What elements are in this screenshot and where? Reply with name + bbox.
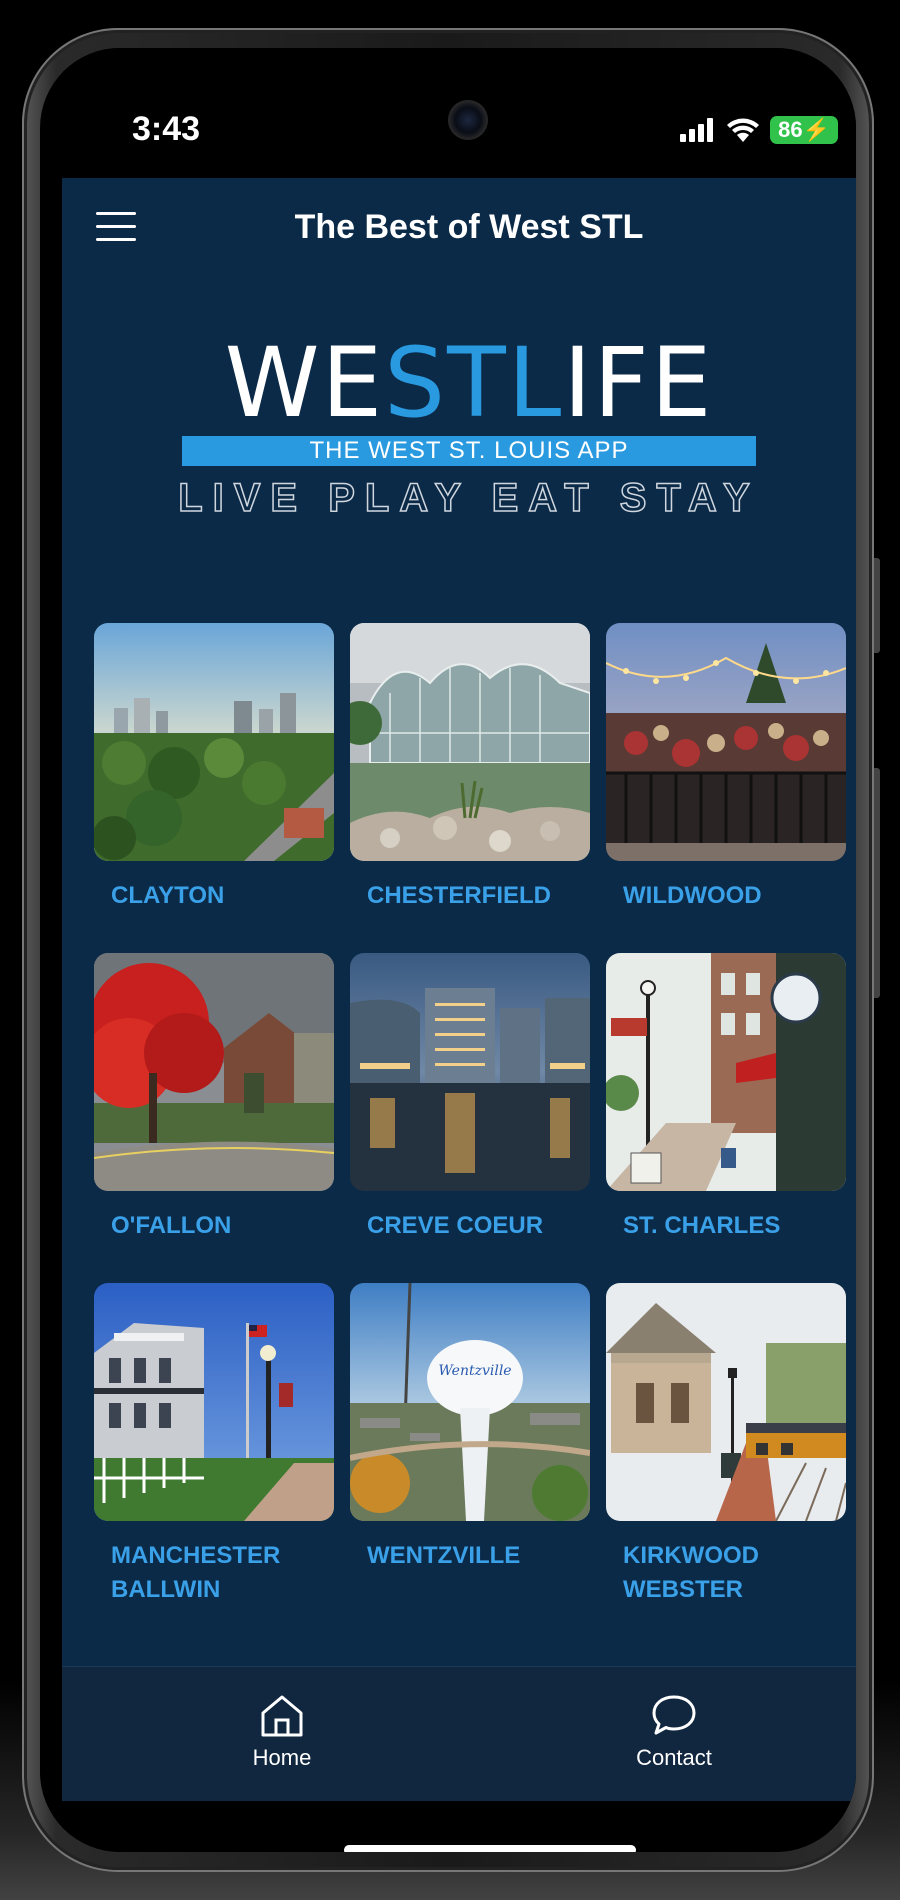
city-label-wildwood: WILDWOOD — [623, 882, 762, 909]
nav-home-label: Home — [252, 1745, 312, 1770]
city-tile-ofallon[interactable]: O'FALLON — [94, 953, 334, 1283]
city-photo-wildwood — [606, 623, 846, 861]
westlife-logo: WESTLIFE THE WEST ST. LOUIS APP LIVE PLA… — [62, 327, 856, 521]
chat-bubble-icon — [652, 1695, 696, 1735]
city-grid: CLAYTON CHESTERFIELD WILDWOOD O'FALLON C… — [94, 623, 846, 1613]
home-indicator[interactable] — [344, 1845, 636, 1852]
city-photo-kirkwood-webster — [606, 1283, 846, 1521]
city-label-clayton: CLAYTON — [111, 882, 225, 909]
app-screen: The Best of West STL WESTLIFE THE WEST S… — [62, 178, 856, 1756]
nav-home[interactable]: Home — [212, 1693, 352, 1771]
logo-subtitle-band: THE WEST ST. LOUIS APP — [182, 436, 756, 466]
city-label-ofallon: O'FALLON — [111, 1212, 232, 1239]
city-tile-wentzville[interactable]: Wentzville WENTZVILLE — [350, 1283, 590, 1613]
svg-text:Wentzville: Wentzville — [438, 1363, 511, 1379]
city-label-kirkwood-webster: KIRKWOOD WEBSTER — [623, 1542, 759, 1603]
power-button — [874, 768, 880, 998]
battery-indicator: 86⚡ — [770, 116, 838, 144]
phone-frame: 3:43 86⚡ The Best of West STL WESTLIFE T… — [22, 28, 880, 1872]
screen: 3:43 86⚡ The Best of West STL WESTLIFE T… — [62, 48, 856, 1852]
page-title: The Best of West STL — [294, 208, 644, 246]
city-photo-chesterfield — [350, 623, 590, 861]
logo-wordmark: WESTLIFE — [224, 327, 714, 439]
city-label-manchester-ballwin: MANCHESTER BALLWIN — [111, 1542, 281, 1603]
city-tile-wildwood[interactable]: WILDWOOD — [606, 623, 846, 953]
app-header: The Best of West STL — [62, 178, 856, 283]
home-icon — [261, 1695, 303, 1737]
city-label-st-charles: ST. CHARLES — [623, 1212, 781, 1239]
city-tile-chesterfield[interactable]: CHESTERFIELD — [350, 623, 590, 953]
city-label-chesterfield: CHESTERFIELD — [367, 882, 552, 909]
status-time: 3:43 — [132, 110, 201, 148]
city-photo-st-charles — [606, 953, 846, 1191]
city-tile-st-charles[interactable]: ST. CHARLES — [606, 953, 846, 1283]
volume-button — [874, 558, 880, 653]
city-photo-ofallon — [94, 953, 334, 1191]
city-photo-creve-coeur — [350, 953, 590, 1191]
charging-icon: ⚡ — [802, 117, 830, 142]
signal-icon — [680, 118, 714, 142]
logo-tagline: LIVE PLAY EAT STAY — [177, 475, 760, 521]
city-tile-creve-coeur[interactable]: CREVE COEUR — [350, 953, 590, 1283]
city-photo-wentzville: Wentzville — [350, 1283, 590, 1521]
city-label-wentzville: WENTZVILLE — [367, 1542, 521, 1569]
battery-level: 86 — [778, 117, 803, 142]
wifi-icon — [727, 118, 760, 142]
status-icons: 86⚡ — [680, 116, 838, 144]
city-photo-manchester-ballwin — [94, 1283, 334, 1521]
city-label-creve-coeur: CREVE COEUR — [367, 1212, 544, 1239]
nav-contact[interactable]: Contact — [604, 1693, 744, 1771]
city-tile-clayton[interactable]: CLAYTON — [94, 623, 334, 953]
nav-contact-label: Contact — [636, 1745, 712, 1770]
city-tile-manchester-ballwin[interactable]: MANCHESTER BALLWIN — [94, 1283, 334, 1613]
city-photo-clayton — [94, 623, 334, 861]
phone-bezel: 3:43 86⚡ The Best of West STL WESTLIFE T… — [40, 48, 856, 1852]
front-camera — [448, 100, 488, 140]
city-tile-kirkwood-webster[interactable]: KIRKWOOD WEBSTER — [606, 1283, 846, 1613]
bottom-nav: Home Contact — [62, 1666, 856, 1801]
status-bar: 3:43 86⚡ — [62, 48, 856, 178]
